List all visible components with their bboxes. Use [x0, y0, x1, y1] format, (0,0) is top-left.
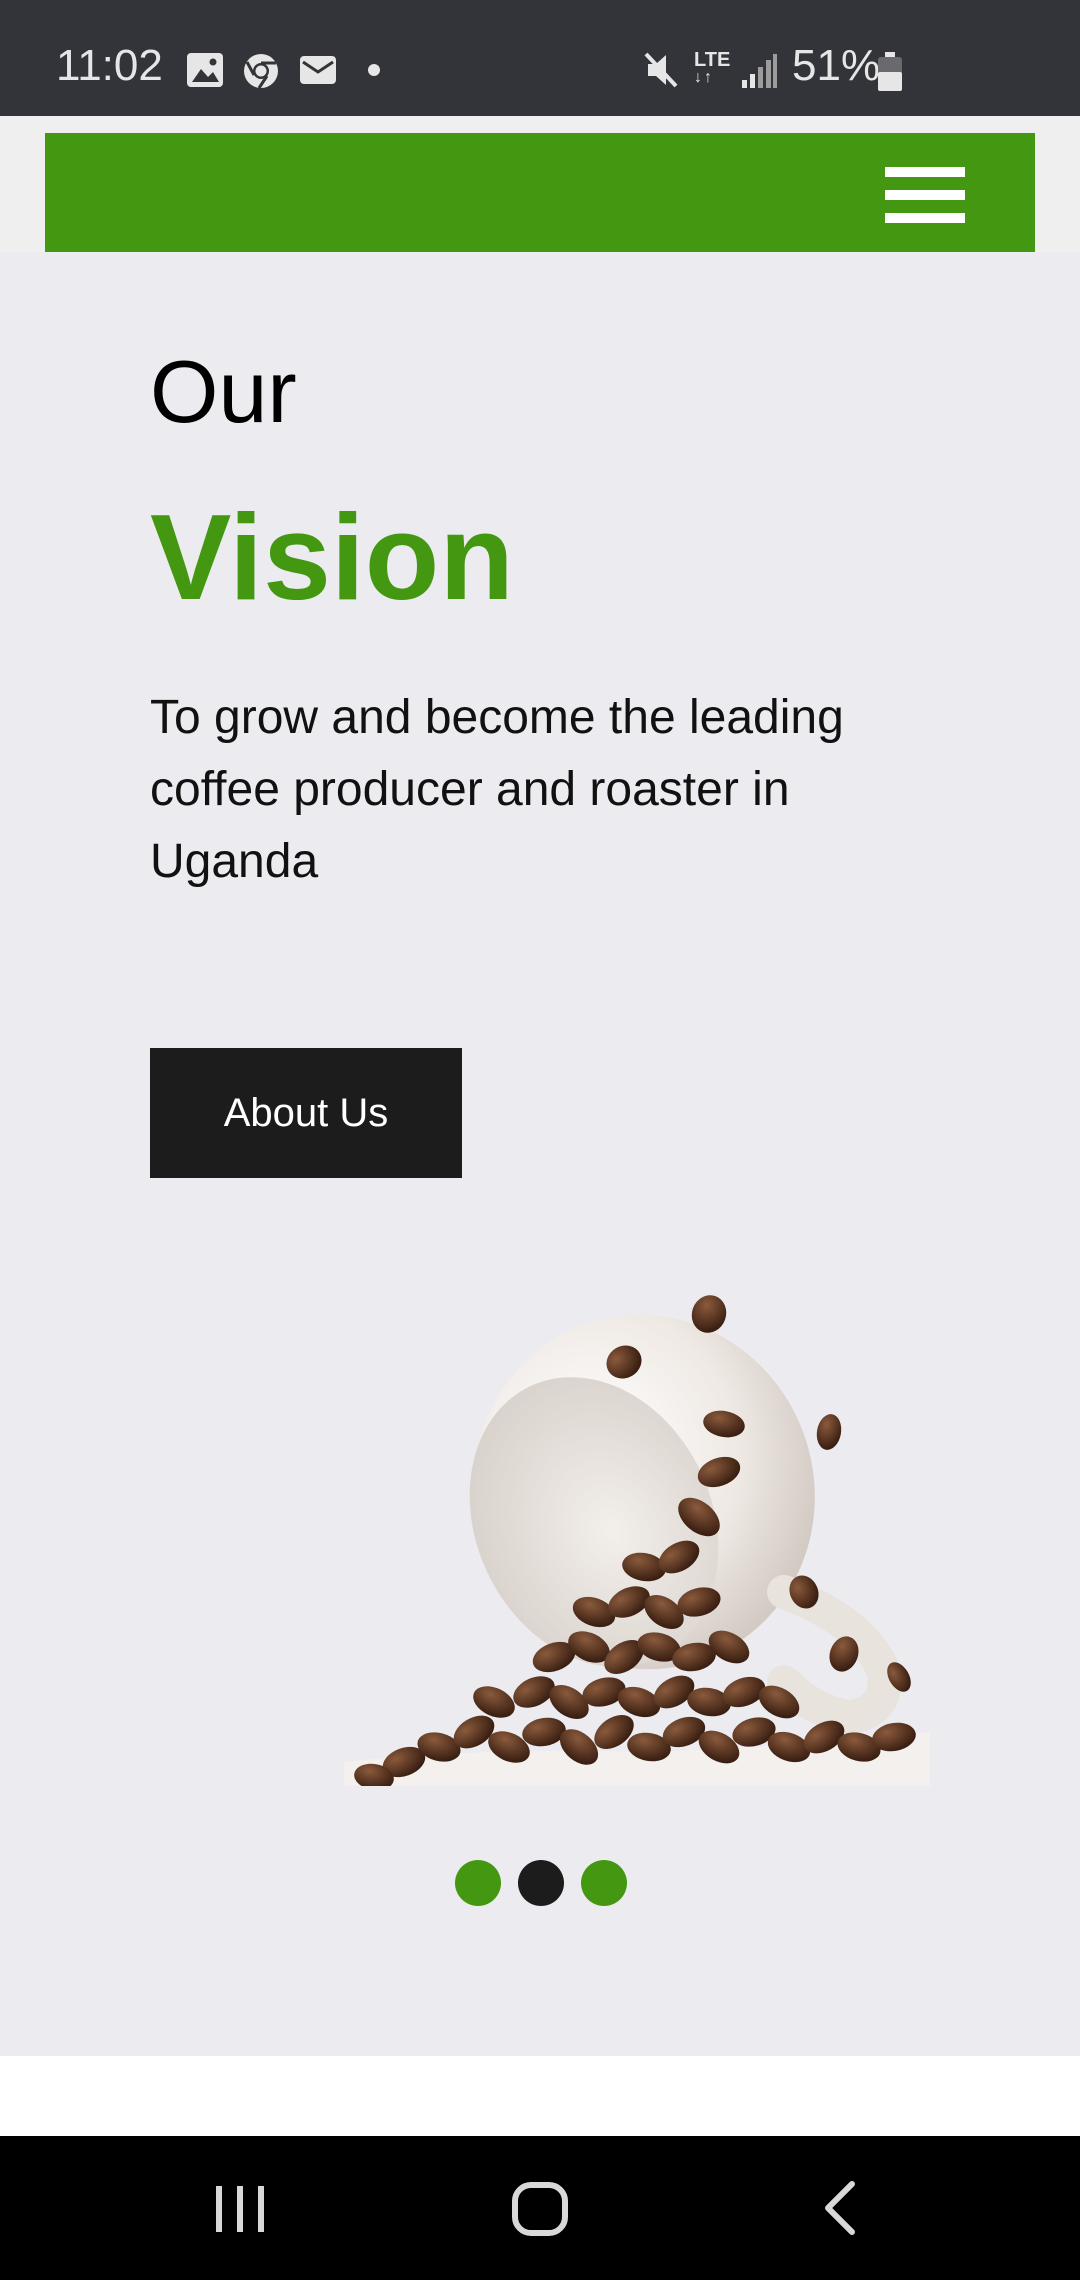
back-icon[interactable] — [818, 2180, 862, 2236]
chrome-icon — [244, 54, 278, 89]
carousel-dot-2-active[interactable] — [518, 1860, 564, 1906]
home-icon[interactable] — [510, 2180, 570, 2238]
vision-description: To grow and become the leading coffee pr… — [150, 691, 844, 888]
dot-icon — [368, 64, 380, 76]
header — [0, 116, 1080, 252]
recent-apps-icon[interactable] — [210, 2180, 270, 2236]
hamburger-menu-icon[interactable] — [885, 167, 965, 223]
signal-icon — [742, 54, 777, 88]
next-section-edge — [0, 2056, 1080, 2136]
image-icon — [187, 53, 223, 87]
hero-section: Our Vision To grow and become the leadin… — [0, 252, 1080, 2056]
header-bar — [45, 133, 1035, 252]
title-our: Our — [150, 342, 297, 441]
lte-icon: LTE ↓↑ — [694, 49, 731, 86]
mute-icon — [644, 52, 678, 88]
title-vision: Vision — [150, 489, 514, 625]
carousel-dot-1[interactable] — [455, 1860, 501, 1906]
email-icon — [300, 56, 336, 84]
about-us-button[interactable]: About Us — [150, 1048, 462, 1178]
status-bar: 11:02 LTE ↓↑ 51% — [0, 0, 1080, 116]
coffee-cup-beans-image — [344, 1295, 930, 1786]
carousel-dot-3[interactable] — [581, 1860, 627, 1906]
status-time: 11:02 — [56, 41, 163, 90]
navigation-bar — [0, 2136, 1080, 2280]
battery-icon — [878, 52, 902, 91]
battery-percent: 51% — [792, 41, 881, 90]
